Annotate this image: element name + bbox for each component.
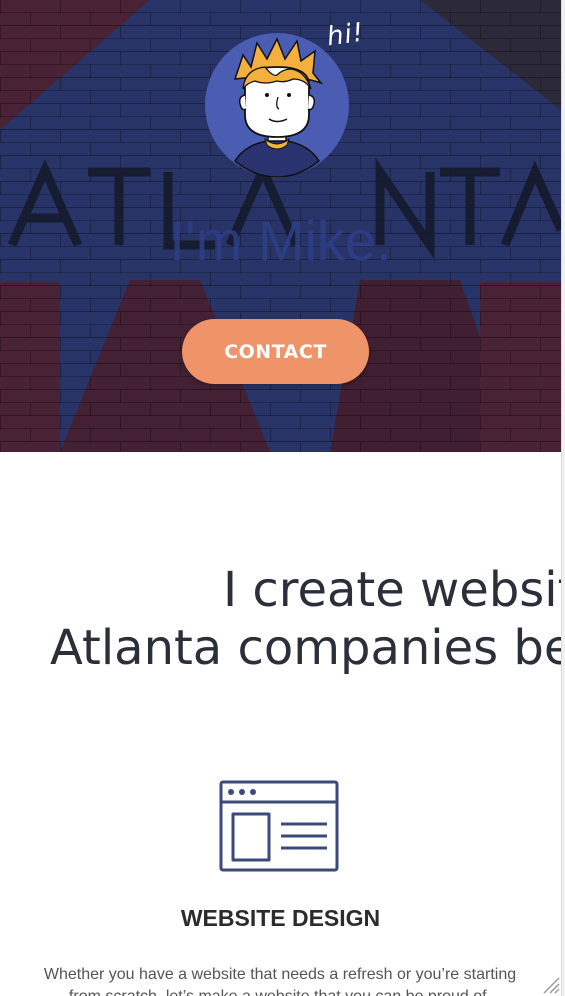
avatar xyxy=(205,33,349,177)
hero-title: I'm Mike. xyxy=(169,209,392,272)
window-scroll-edge xyxy=(561,0,565,996)
tagline-line-1: I create websit xyxy=(223,562,561,618)
service-title: WEBSITE DESIGN xyxy=(180,905,381,931)
service-description: Whether you have a website that needs a … xyxy=(43,966,517,996)
hero-section: hi! I'm Mike. CONTACT xyxy=(0,0,561,452)
greeting-text: hi! xyxy=(325,17,367,53)
resize-grip-icon[interactable] xyxy=(540,974,560,994)
contact-button[interactable]: CONTACT xyxy=(182,319,369,384)
tagline-line-2: Atlanta companies be xyxy=(50,620,561,676)
page: hi! I'm Mike. CONTACT I create websit At… xyxy=(0,0,561,996)
website-layout-icon xyxy=(219,780,339,872)
tagline: I create websit Atlanta companies be xyxy=(0,558,561,688)
